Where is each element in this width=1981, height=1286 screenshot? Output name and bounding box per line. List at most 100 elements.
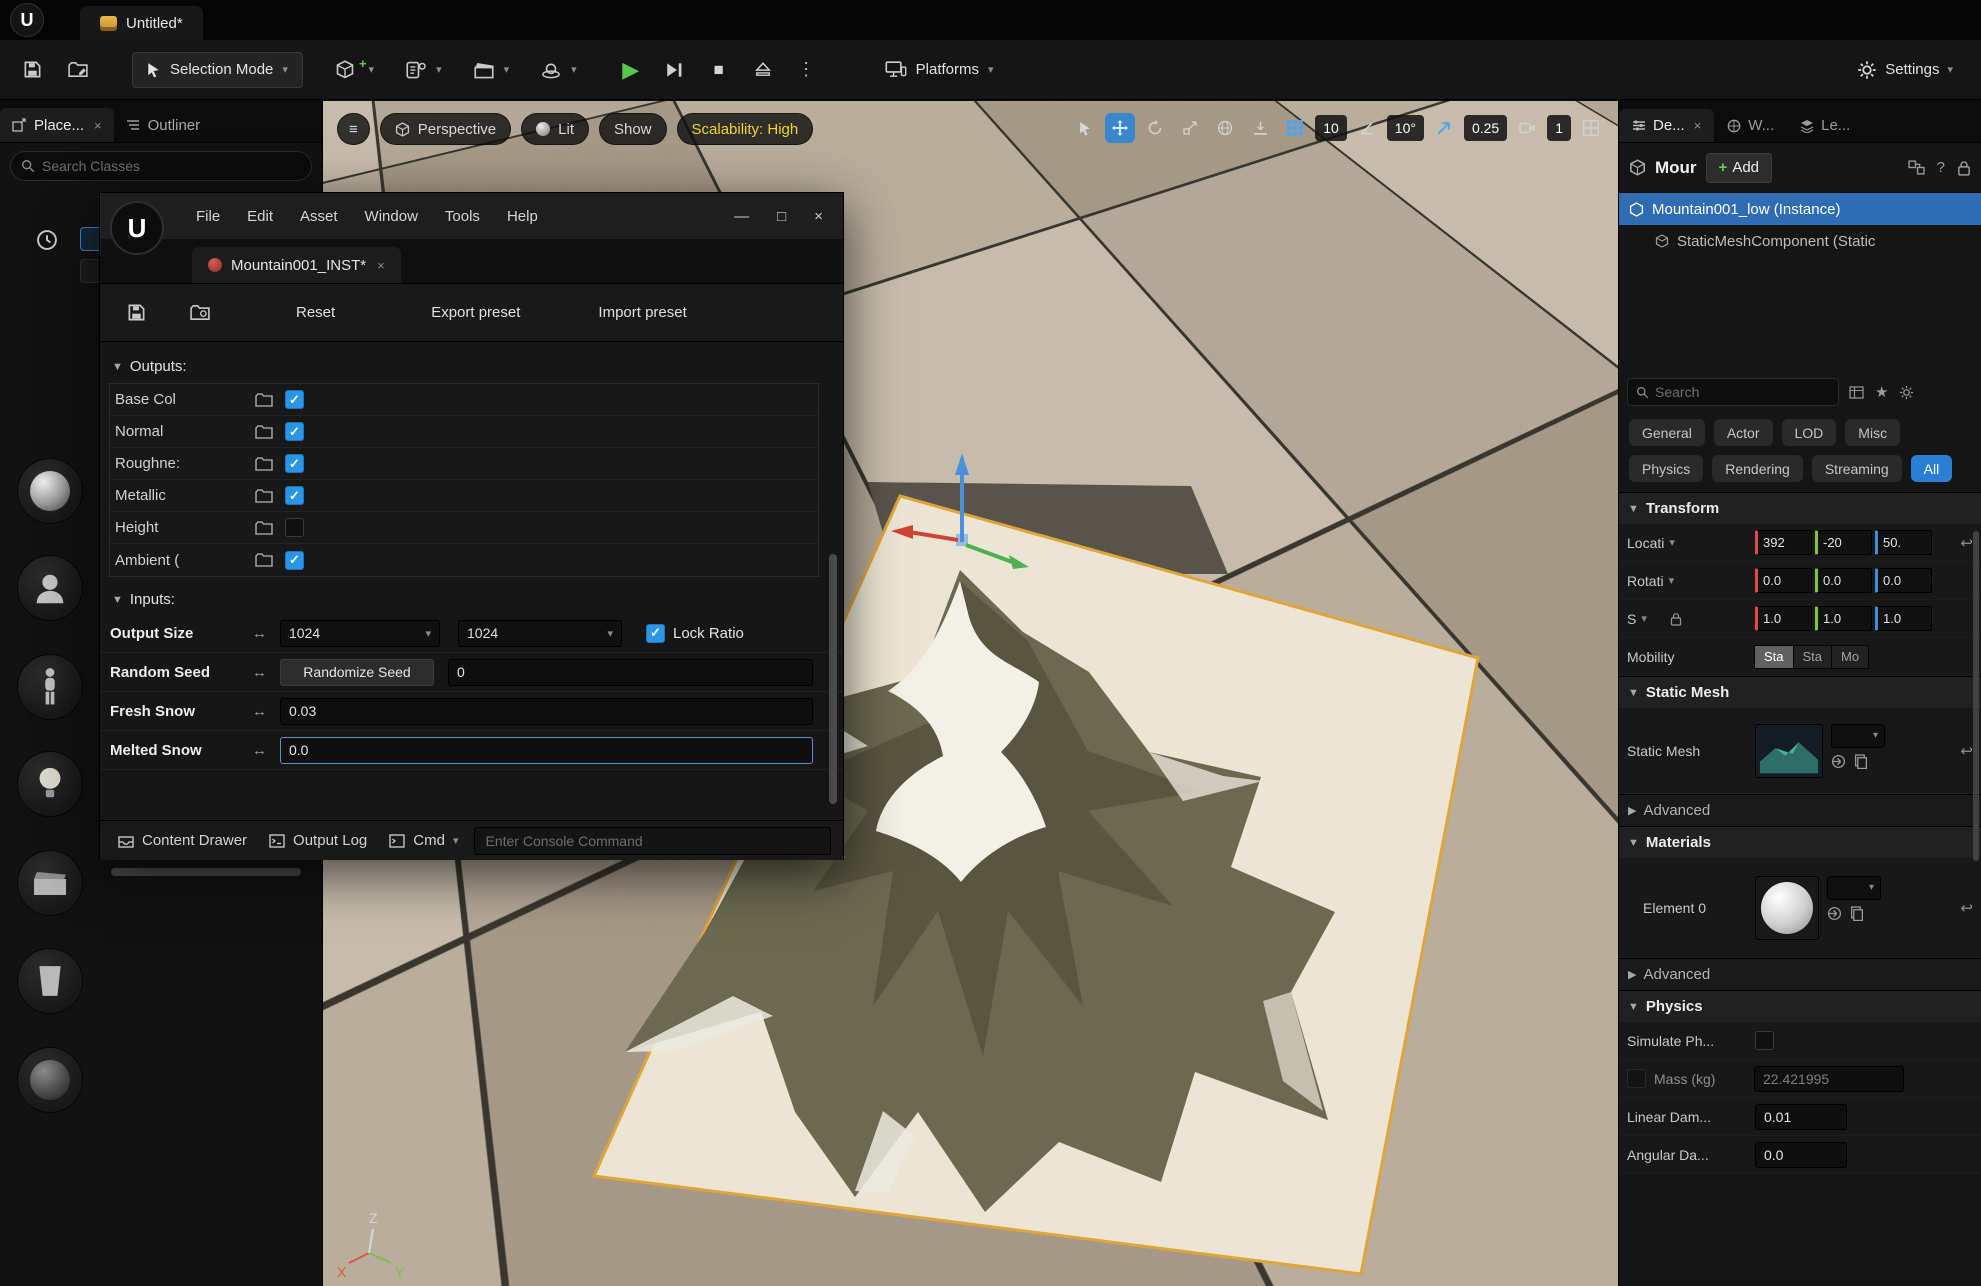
linear-damping-field[interactable]: 0.01 <box>1755 1104 1847 1130</box>
chevron-down-icon[interactable]: ▾ <box>369 63 375 76</box>
window-scrollbar[interactable] <box>829 554 837 804</box>
horizontal-scrollbar[interactable] <box>111 868 301 876</box>
recently-placed-icon[interactable] <box>36 229 58 251</box>
minimize-button[interactable]: — <box>734 208 749 225</box>
display-options-icon[interactable] <box>1849 386 1864 399</box>
filter-lod[interactable]: LOD <box>1782 419 1837 446</box>
category-lights-button[interactable] <box>17 751 83 817</box>
section-static-mesh[interactable]: ▼ Static Mesh <box>1619 676 1981 708</box>
viewport-layout-icon[interactable] <box>1576 113 1606 143</box>
simulate-physics-checkbox[interactable] <box>1755 1031 1774 1050</box>
category-shapes-button[interactable] <box>17 458 83 524</box>
details-search-input[interactable] <box>1655 384 1830 400</box>
reset-arrows-icon[interactable]: ↔ <box>252 625 280 642</box>
reset-arrows-icon[interactable]: ↔ <box>252 742 280 759</box>
platforms-dropdown[interactable]: Platforms ▾ <box>871 52 1008 88</box>
size-width-dropdown[interactable]: 1024▾ <box>280 620 440 647</box>
rotation-z-field[interactable]: 0.0 <box>1875 568 1932 593</box>
static-mesh-thumbnail[interactable] <box>1755 724 1823 778</box>
tab-world-settings[interactable]: W... <box>1714 109 1787 142</box>
output-checkbox[interactable] <box>285 390 304 409</box>
scale-lock-icon[interactable] <box>1670 612 1682 626</box>
camera-speed-value[interactable]: 1 <box>1547 115 1571 141</box>
unreal-logo-icon[interactable]: U <box>10 3 44 37</box>
help-icon[interactable]: ? <box>1937 159 1945 176</box>
mobility-static[interactable]: Sta <box>1754 645 1794 669</box>
skip-frame-button[interactable] <box>657 52 693 88</box>
scale-snap-icon[interactable] <box>1429 113 1459 143</box>
reset-arrows-icon[interactable]: ↔ <box>252 664 280 681</box>
close-icon[interactable]: × <box>94 118 102 133</box>
filter-general[interactable]: General <box>1629 419 1705 446</box>
move-tool-icon[interactable] <box>1105 113 1135 143</box>
rotation-snap-icon[interactable] <box>1352 113 1382 143</box>
category-materials-button[interactable] <box>17 1047 83 1113</box>
mass-override-checkbox[interactable] <box>1627 1069 1646 1088</box>
chevron-down-icon[interactable]: ▾ <box>504 63 510 76</box>
menu-window[interactable]: Window <box>365 208 418 225</box>
world-space-icon[interactable] <box>1210 113 1240 143</box>
viewport-menu-button[interactable]: ≡ <box>337 113 370 145</box>
browse-folder-icon[interactable] <box>255 425 273 439</box>
rotate-tool-icon[interactable] <box>1140 113 1170 143</box>
details-scrollbar[interactable] <box>1973 531 1979 861</box>
selection-mode-dropdown[interactable]: Selection Mode ▾ <box>132 52 303 88</box>
rotation-label[interactable]: Rotati▾ <box>1627 573 1755 589</box>
tab-details[interactable]: De... × <box>1619 109 1714 142</box>
tab-levels[interactable]: Le... <box>1787 109 1863 142</box>
use-selected-icon[interactable] <box>1827 906 1842 921</box>
material-thumbnail[interactable] <box>1755 876 1819 940</box>
category-cinematic-button[interactable] <box>17 850 83 916</box>
browse-folder-icon[interactable] <box>255 393 273 407</box>
angular-damping-field[interactable]: 0.0 <box>1755 1142 1847 1168</box>
environment-icon[interactable] <box>533 52 569 88</box>
tab-place-actors[interactable]: Place... × <box>0 108 114 142</box>
filter-all[interactable]: All <box>1911 455 1953 482</box>
chevron-down-icon[interactable]: ▾ <box>436 63 442 76</box>
favorites-icon[interactable]: ★ <box>1875 383 1888 401</box>
lit-mode-dropdown[interactable]: Lit <box>521 113 589 145</box>
section-materials[interactable]: ▼ Materials <box>1619 826 1981 858</box>
randomize-seed-button[interactable]: Randomize Seed <box>280 659 434 686</box>
use-selected-icon[interactable] <box>1831 754 1846 769</box>
details-search-box[interactable] <box>1627 378 1839 406</box>
chevron-down-icon[interactable]: ▾ <box>571 63 577 76</box>
location-y-field[interactable]: -20 <box>1815 530 1872 555</box>
rotation-snap-value[interactable]: 10° <box>1387 115 1424 141</box>
filter-physics[interactable]: Physics <box>1629 455 1703 482</box>
melted-snow-field[interactable] <box>280 737 813 764</box>
browse-to-asset-icon[interactable] <box>1850 906 1864 921</box>
add-actor-icon[interactable] <box>327 52 363 88</box>
reset-icon[interactable]: ↩ <box>1960 899 1973 917</box>
scale-y-field[interactable]: 1.0 <box>1815 606 1872 631</box>
surface-snap-icon[interactable] <box>1245 113 1275 143</box>
grid-snap-value[interactable]: 10 <box>1315 115 1347 141</box>
scale-x-field[interactable]: 1.0 <box>1755 606 1812 631</box>
lock-icon[interactable] <box>1957 160 1971 176</box>
menu-edit[interactable]: Edit <box>247 208 273 225</box>
browse-folder-icon[interactable] <box>255 553 273 567</box>
tab-outliner[interactable]: Outliner <box>114 108 213 142</box>
more-options-icon[interactable]: ⋮ <box>789 52 825 88</box>
convert-blueprint-icon[interactable] <box>1908 160 1925 175</box>
window-title-bar[interactable]: U File Edit Asset Window Tools Help — □ … <box>100 193 843 239</box>
browse-to-asset-icon[interactable] <box>1854 754 1868 769</box>
content-drawer-button[interactable]: Content Drawer <box>112 832 253 849</box>
browse-content-button[interactable] <box>60 52 96 88</box>
static-mesh-dropdown[interactable]: ▾ <box>1831 724 1885 748</box>
material-instance-tab[interactable]: Mountain001_INST* × <box>192 247 401 283</box>
output-checkbox[interactable] <box>285 486 304 505</box>
fresh-snow-field[interactable] <box>280 698 813 725</box>
scale-z-field[interactable]: 1.0 <box>1875 606 1932 631</box>
tree-row-component[interactable]: StaticMeshComponent (Static <box>1619 225 1981 257</box>
menu-file[interactable]: File <box>196 208 220 225</box>
show-dropdown[interactable]: Show <box>599 113 667 145</box>
search-classes-box[interactable] <box>10 151 312 181</box>
browse-button[interactable] <box>182 295 218 331</box>
save-button[interactable] <box>14 52 50 88</box>
section-physics[interactable]: ▼ Physics <box>1619 990 1981 1022</box>
add-component-button[interactable]: + Add <box>1706 153 1772 183</box>
section-transform[interactable]: ▼ Transform <box>1619 492 1981 524</box>
seed-value-field[interactable] <box>448 659 813 686</box>
location-z-field[interactable]: 50. <box>1875 530 1932 555</box>
